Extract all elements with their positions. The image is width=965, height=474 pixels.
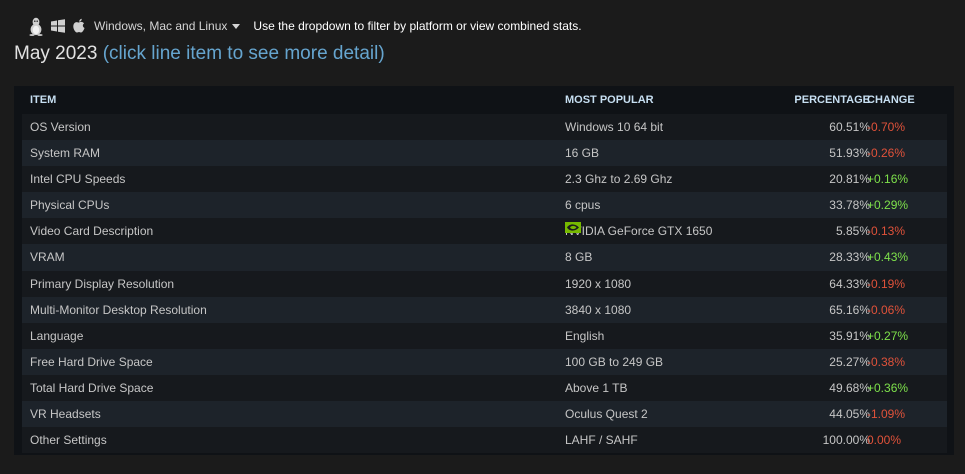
row-most-popular-label: 3840 x 1080 <box>565 302 632 317</box>
table-row[interactable]: Primary Display Resolution 1920 x 1080 64.… <box>22 270 947 297</box>
row-item-label: VRAM <box>30 250 65 265</box>
table-header: ITEM MOST POPULAR PERCENTAGE CHANGE <box>22 94 947 114</box>
row-most-popular: 1920 x 1080 <box>565 271 631 297</box>
table-row[interactable]: Multi-Monitor Desktop Resolution 3840 x 1… <box>22 296 947 323</box>
row-most-popular-label: Above 1 TB <box>565 380 628 395</box>
table-row[interactable]: VR Headsets Oculus Quest 2 44.05% -1.09% <box>22 401 947 428</box>
table-body: OS Version Windows 10 64 bit 60.51% -0.70% S… <box>22 114 947 454</box>
row-percentage: 60.51% <box>829 120 870 134</box>
row-most-popular-label: 1920 x 1080 <box>565 276 632 291</box>
row-most-popular: Windows 10 64 bit <box>565 114 663 140</box>
row-most-popular-label: LAHF / SAHF <box>565 433 638 448</box>
column-header-percentage: PERCENTAGE <box>794 94 870 106</box>
chevron-down-icon <box>232 24 241 29</box>
table-row[interactable]: System RAM 16 GB 51.93% -0.26% <box>22 140 947 167</box>
row-change: -0.70% <box>867 120 906 134</box>
linux-icon[interactable] <box>28 16 44 36</box>
row-item-label: Total Hard Drive Space <box>30 380 154 395</box>
row-most-popular: 2.3 Ghz to 2.69 Ghz <box>565 166 672 192</box>
platform-hint-text: Use the dropdown to filter by platform o… <box>253 19 582 33</box>
column-header-item: ITEM <box>30 94 57 106</box>
page-title: May 2023 (click line item to see more de… <box>14 43 385 65</box>
table-row[interactable]: Intel CPU Speeds 2.3 Ghz to 2.69 Ghz 20.81… <box>22 166 947 193</box>
row-percentage: 33.78% <box>829 198 870 213</box>
row-most-popular: Above 1 TB <box>565 375 627 401</box>
row-change: +0.29% <box>867 198 909 213</box>
row-item-label: VR Headsets <box>30 407 101 422</box>
row-item-label: Multi-Monitor Desktop Resolution <box>30 302 207 317</box>
table-row[interactable]: Physical CPUs 6 cpus 33.78% +0.29% <box>22 192 947 219</box>
table-row[interactable]: Other Settings LAHF / SAHF 100.00% 0.00% <box>22 427 947 454</box>
row-change: -0.13% <box>867 224 906 239</box>
page-title-hint: (click line item to see more detail) <box>102 43 385 64</box>
row-percentage: 28.33% <box>829 250 870 265</box>
table-row[interactable]: Language English 35.91% +0.27% <box>22 322 947 349</box>
row-percentage: 35.91% <box>829 328 870 343</box>
row-most-popular-label: 6 cpus <box>565 198 601 213</box>
nvidia-icon <box>565 216 581 242</box>
row-percentage: 64.33% <box>829 276 870 291</box>
table-row[interactable]: Free Hard Drive Space 100 GB to 249 GB 25.… <box>22 348 947 375</box>
row-change: +0.16% <box>867 172 909 187</box>
platform-filter-bar: Windows, Mac and Linux Use the dropdown … <box>28 14 582 38</box>
row-most-popular-label: 16 GB <box>565 146 600 161</box>
row-item-label: System RAM <box>30 146 101 161</box>
row-most-popular: 8 GB <box>565 244 592 270</box>
row-change: +0.36% <box>867 380 909 395</box>
table-row[interactable]: VRAM 8 GB 28.33% +0.43% <box>22 244 947 271</box>
row-most-popular: 6 cpus <box>565 192 600 218</box>
row-item-label: OS Version <box>30 120 91 134</box>
row-percentage: 65.16% <box>829 302 870 317</box>
row-percentage: 44.05% <box>829 407 870 422</box>
row-most-popular-label: Windows 10 64 bit <box>565 120 664 134</box>
row-most-popular: 3840 x 1080 <box>565 297 631 323</box>
table-row[interactable]: Video Card Description NVIDIA GeForce GTX… <box>22 218 947 245</box>
hardware-stats-table: ITEM MOST POPULAR PERCENTAGE CHANGE OS V… <box>14 86 954 455</box>
row-change: -1.09% <box>867 407 906 422</box>
row-change: 0.00% <box>867 433 902 448</box>
apple-icon[interactable] <box>72 18 86 34</box>
row-percentage: 49.68% <box>829 380 870 395</box>
row-percentage: 5.85% <box>835 224 870 239</box>
row-most-popular: NVIDIA GeForce GTX 1650 <box>565 218 712 244</box>
table-row[interactable]: OS Version Windows 10 64 bit 60.51% -0.70% <box>22 114 947 141</box>
row-most-popular-label: 2.3 Ghz to 2.69 Ghz <box>565 172 673 187</box>
row-item-label: Language <box>30 328 84 343</box>
platform-dropdown[interactable]: Windows, Mac and Linux <box>94 19 241 33</box>
row-most-popular: LAHF / SAHF <box>565 427 638 453</box>
row-most-popular-label: Oculus Quest 2 <box>565 407 648 422</box>
row-percentage: 100.00% <box>822 433 870 448</box>
windows-icon[interactable] <box>50 19 66 33</box>
row-most-popular: 16 GB <box>565 140 599 166</box>
column-header-most-popular: MOST POPULAR <box>565 94 654 106</box>
row-percentage: 51.93% <box>829 146 870 161</box>
row-change: -0.38% <box>867 354 906 369</box>
page-title-month: May 2023 <box>14 43 98 64</box>
row-change: -0.06% <box>867 302 906 317</box>
row-item-label: Other Settings <box>30 433 107 448</box>
row-most-popular-label: NVIDIA GeForce GTX 1650 <box>565 224 713 239</box>
row-item-label: Video Card Description <box>30 224 154 239</box>
row-most-popular: Oculus Quest 2 <box>565 401 648 427</box>
row-item-label: Primary Display Resolution <box>30 276 175 291</box>
row-most-popular-label: English <box>565 328 605 343</box>
row-most-popular-label: 100 GB to 249 GB <box>565 354 664 369</box>
row-change: -0.26% <box>867 146 906 161</box>
row-most-popular: 100 GB to 249 GB <box>565 349 663 375</box>
row-change: -0.19% <box>867 276 906 291</box>
row-change: +0.43% <box>867 250 909 265</box>
row-item-label: Free Hard Drive Space <box>30 354 153 369</box>
row-most-popular-label: 8 GB <box>565 250 593 265</box>
row-most-popular: English <box>565 323 604 349</box>
row-percentage: 20.81% <box>829 172 870 187</box>
row-percentage: 25.27% <box>829 354 870 369</box>
column-header-change: CHANGE <box>867 94 915 106</box>
row-item-label: Intel CPU Speeds <box>30 172 126 187</box>
table-row[interactable]: Total Hard Drive Space Above 1 TB 49.68% +0… <box>22 374 947 402</box>
platform-dropdown-label: Windows, Mac and Linux <box>94 19 228 33</box>
row-change: +0.27% <box>867 328 909 343</box>
row-item-label: Physical CPUs <box>30 198 110 213</box>
